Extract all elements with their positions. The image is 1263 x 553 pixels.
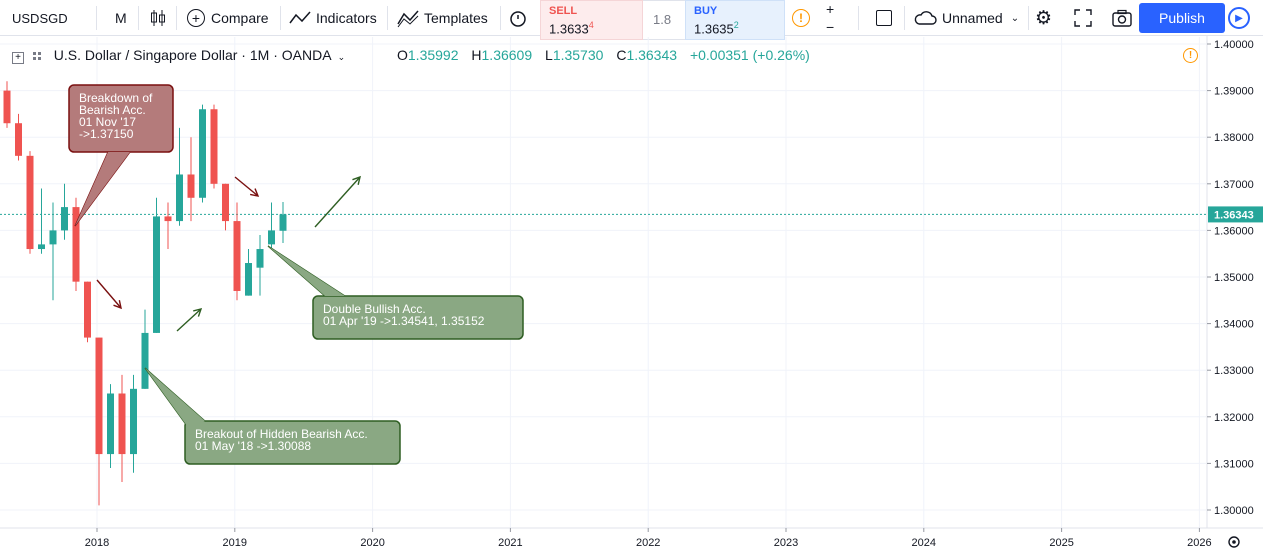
y-tick-label: 1.40000 bbox=[1214, 39, 1254, 51]
high-label: H bbox=[471, 47, 482, 63]
candle bbox=[107, 384, 114, 469]
candle-body bbox=[107, 393, 114, 455]
candle-body bbox=[222, 183, 229, 222]
candle-body bbox=[15, 123, 22, 156]
change-value: +0.00351 (+0.26%) bbox=[689, 47, 810, 63]
arrow-drawing bbox=[96, 279, 122, 310]
arrow-drawing bbox=[314, 175, 361, 228]
candle bbox=[72, 197, 80, 291]
candle-body bbox=[95, 337, 103, 455]
y-tick-label: 1.33000 bbox=[1214, 365, 1254, 377]
candle bbox=[210, 104, 218, 189]
candle bbox=[61, 183, 68, 240]
x-tick-label: 2025 bbox=[1049, 537, 1073, 549]
candle bbox=[84, 281, 91, 343]
x-tick-label: 2024 bbox=[912, 537, 936, 549]
candle bbox=[141, 309, 149, 389]
y-tick-label: 1.30000 bbox=[1214, 505, 1254, 517]
plus-square-icon[interactable]: + bbox=[12, 52, 24, 64]
callout-text: ->1.37150 bbox=[79, 127, 134, 141]
y-tick-label: 1.35000 bbox=[1214, 272, 1254, 284]
y-tick-label: 1.31000 bbox=[1214, 458, 1254, 470]
price-axis: 1.40000 1.39000 1.38000 1.37000 1.36000 1.350… bbox=[1206, 36, 1263, 528]
candle-body bbox=[279, 214, 287, 231]
y-tick-label: 1.34000 bbox=[1214, 319, 1254, 331]
candle-body bbox=[268, 230, 275, 245]
close-label: C bbox=[616, 47, 627, 63]
y-tick-label: 1.38000 bbox=[1214, 132, 1254, 144]
candle bbox=[164, 202, 172, 250]
x-tick-label: 2019 bbox=[223, 537, 247, 549]
callouts-group: Breakdown ofBearish Acc.01 Nov '17->1.37… bbox=[68, 84, 524, 465]
candle-body bbox=[130, 388, 137, 455]
candle bbox=[245, 249, 252, 296]
candle-body bbox=[164, 216, 172, 222]
candle-body bbox=[3, 90, 11, 124]
drag-grip-icon[interactable] bbox=[32, 51, 42, 61]
low-value: 1.35730 bbox=[552, 47, 604, 63]
x-tick-label: 2026 bbox=[1187, 537, 1211, 549]
candle bbox=[118, 374, 126, 483]
candle-body bbox=[84, 281, 91, 338]
candle bbox=[130, 374, 137, 473]
candle bbox=[199, 104, 206, 203]
x-tick-label: 2020 bbox=[360, 537, 384, 549]
candle-body bbox=[210, 109, 218, 184]
open-value: 1.35992 bbox=[407, 47, 459, 63]
time-axis: 2018 2019 2020 2021 2022 2023 2024 2025 2026 bbox=[0, 527, 1263, 553]
close-value: 1.36343 bbox=[626, 47, 678, 63]
callout: Double Bullish Acc.01 Apr '19 ->1.34541,… bbox=[267, 245, 524, 340]
candle-body bbox=[199, 109, 206, 198]
callout-text: 01 Apr '19 ->1.34541, 1.35152 bbox=[323, 314, 485, 328]
price-chart[interactable]: Breakdown ofBearish Acc.01 Nov '17->1.37… bbox=[0, 0, 1263, 553]
candle bbox=[222, 183, 229, 231]
candle bbox=[49, 202, 57, 301]
callout: Breakdown ofBearish Acc.01 Nov '17->1.37… bbox=[68, 84, 174, 227]
y-tick-label: 1.37000 bbox=[1214, 179, 1254, 191]
open-label: O bbox=[397, 47, 408, 63]
candle bbox=[15, 113, 22, 161]
y-tick-label: 1.39000 bbox=[1214, 86, 1254, 98]
arrow-drawing bbox=[234, 176, 260, 197]
candle bbox=[187, 137, 195, 222]
candle-body bbox=[176, 174, 183, 222]
callout: Breakout of Hidden Bearish Acc.01 May '1… bbox=[144, 367, 401, 465]
x-tick-label: 2023 bbox=[774, 537, 798, 549]
callout-text: 01 May '18 ->1.30088 bbox=[195, 439, 311, 453]
y-tick-label: 1.36000 bbox=[1214, 225, 1254, 237]
candle bbox=[153, 197, 160, 333]
candle bbox=[279, 202, 287, 243]
candle-body bbox=[153, 216, 160, 333]
chart-legend: + U.S. Dollar / Singapore Dollar · 1M · … bbox=[12, 47, 345, 67]
candle bbox=[38, 188, 45, 254]
low-label: L bbox=[545, 47, 553, 63]
high-value: 1.36609 bbox=[481, 47, 533, 63]
candle bbox=[268, 202, 275, 250]
warning-icon[interactable]: ! bbox=[1183, 48, 1198, 63]
x-tick-label: 2021 bbox=[498, 537, 522, 549]
x-tick-label: 2022 bbox=[636, 537, 660, 549]
legend-title[interactable]: U.S. Dollar / Singapore Dollar · 1M · OA… bbox=[54, 47, 331, 63]
candle-body bbox=[118, 393, 126, 455]
candle-body bbox=[245, 263, 252, 296]
candle bbox=[256, 235, 264, 296]
candle-body bbox=[187, 174, 195, 198]
candle-body bbox=[49, 230, 57, 245]
candle bbox=[176, 127, 183, 226]
chart-grid bbox=[0, 37, 1206, 528]
candle-body bbox=[141, 332, 149, 389]
candle-body bbox=[233, 221, 241, 291]
chevron-down-icon[interactable]: ⌄ bbox=[338, 52, 346, 62]
x-tick-label: 2018 bbox=[85, 537, 109, 549]
arrow-drawing bbox=[176, 308, 203, 332]
last-price-label: 1.36343 bbox=[1214, 209, 1254, 221]
candle-body bbox=[38, 244, 45, 250]
candle-body bbox=[26, 155, 34, 250]
y-tick-label: 1.32000 bbox=[1214, 412, 1254, 424]
candle bbox=[3, 81, 11, 128]
candle bbox=[26, 151, 34, 254]
candle-body bbox=[61, 207, 68, 231]
ohlc-values: O1.35992 H1.36609 L1.35730 C1.36343 +0.0… bbox=[397, 47, 810, 67]
candle-body bbox=[256, 249, 264, 268]
